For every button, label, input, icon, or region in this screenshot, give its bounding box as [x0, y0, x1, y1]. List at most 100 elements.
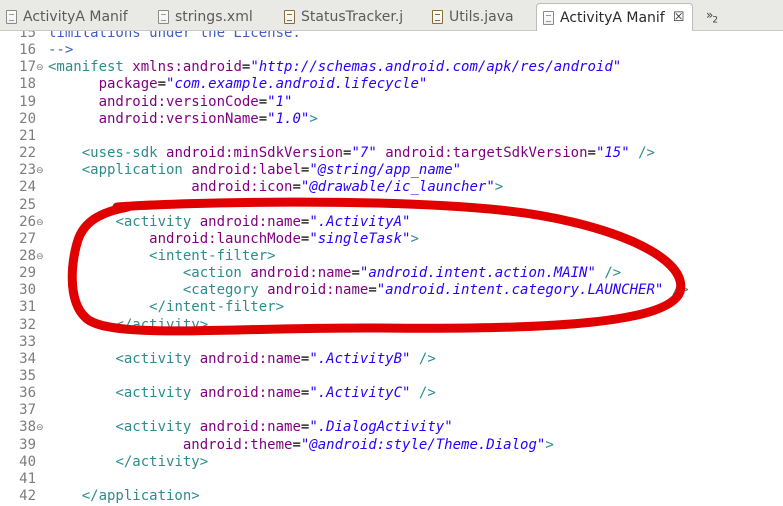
xml-tag: </activity> — [115, 317, 209, 333]
line-number: 42 — [19, 488, 36, 504]
code-line[interactable]: 22 <uses-sdk android:minSdkVersion = "7" a… — [0, 145, 783, 162]
fold-toggle-icon[interactable]: ⊖ — [36, 249, 44, 266]
xml-tag: <manifest — [48, 59, 124, 75]
line-number: 24 — [19, 179, 36, 195]
code-line[interactable]: 29 <action android:name="android.intent.… — [0, 265, 783, 282]
code-line[interactable]: 33 — [0, 334, 783, 351]
code-text: </application> — [48, 488, 200, 505]
xml-tag: <activity — [115, 419, 192, 435]
fold-toggle-icon[interactable]: ⊖ — [36, 163, 44, 180]
code-text: android:versionCode="1" — [48, 94, 293, 111]
xml-punct — [259, 282, 267, 298]
code-line[interactable]: 19 android:versionCode="1" — [0, 94, 783, 111]
xml-punct: = — [292, 437, 301, 453]
tab-overflow-button[interactable]: »2 — [706, 8, 718, 25]
xml-tag: > — [494, 179, 504, 195]
line-number: 22 — [19, 145, 36, 161]
xml-value: "singleTask" — [309, 231, 411, 247]
xml-value: "android.intent.category.LAUNCHER" — [376, 282, 664, 298]
code-text: limitations under the License. — [48, 31, 301, 42]
xml-tag: <intent-filter> — [149, 248, 276, 264]
xml-tag: <activity — [115, 351, 192, 367]
line-number: 34 — [19, 351, 36, 367]
xml-code-editor[interactable]: 15 limitations under the License. 16 --> 17 ⊖… — [0, 31, 783, 506]
code-line[interactable]: 25 — [0, 197, 783, 214]
code-line[interactable]: 15 limitations under the License. — [0, 31, 783, 42]
line-number: 17 — [19, 59, 36, 75]
code-line[interactable]: 41 — [0, 471, 783, 488]
xml-tag: </intent-filter> — [149, 299, 285, 315]
line-number: 39 — [19, 437, 36, 453]
code-line[interactable]: 27 android:launchMode="singleTask"> — [0, 231, 783, 248]
xml-punct — [377, 145, 385, 161]
xml-punct — [663, 282, 671, 298]
code-line[interactable]: 16 --> — [0, 42, 783, 59]
xml-value: ".DialogActivity" — [309, 419, 453, 435]
fold-toggle-icon[interactable]: ⊖ — [36, 215, 44, 232]
line-number: 27 — [19, 231, 36, 247]
code-line[interactable]: 35 — [0, 368, 783, 385]
xml-attribute: android:minSdkVersion — [166, 145, 344, 161]
fold-toggle-icon[interactable]: ⊖ — [36, 60, 44, 77]
line-number: 41 — [19, 471, 36, 487]
code-line[interactable]: 39 android:theme="@android:style/Theme.D… — [0, 437, 783, 454]
code-text: package="com.example.android.lifecycle" — [48, 76, 428, 93]
fold-toggle-icon[interactable]: ⊖ — [36, 420, 44, 437]
code-line[interactable]: 21 — [0, 128, 783, 145]
xml-tag: <action — [182, 265, 242, 281]
tab-statustracker-java[interactable]: StatusTracker.j — [278, 3, 426, 31]
xml-tag: <application — [81, 162, 183, 178]
code-line[interactable]: 34 <activity android:name=".ActivityB" /… — [0, 351, 783, 368]
close-tab-icon[interactable]: ☒ — [673, 10, 685, 25]
tab-activitya-manifest-active[interactable]: ActivityA Manif ☒ — [536, 3, 693, 31]
code-line[interactable]: 24 android:icon="@drawable/ic_launcher"> — [0, 179, 783, 196]
code-line[interactable]: 31 </intent-filter> — [0, 299, 783, 316]
xml-tag: /> — [604, 265, 622, 281]
xml-value: "@string/app_name" — [309, 162, 462, 178]
code-line[interactable]: 30 <category android:name="android.inten… — [0, 282, 783, 299]
code-line[interactable]: 17 ⊖ <manifest xmlns:android="http://schem… — [0, 59, 783, 76]
code-line[interactable]: 23 ⊖ <application android:label="@string/… — [0, 162, 783, 179]
xml-attribute: android:name — [267, 282, 369, 298]
code-line[interactable]: 42 </application> — [0, 488, 783, 505]
xml-attribute: package — [98, 76, 158, 92]
code-line[interactable]: 26 ⊖ <activity android:name=".ActivityA" — [0, 214, 783, 231]
xml-tag: > — [545, 437, 554, 453]
tab-strings-xml[interactable]: strings.xml — [152, 3, 278, 31]
line-number: 37 — [19, 402, 36, 418]
code-text: <uses-sdk android:minSdkVersion = "7" andr… — [48, 145, 655, 162]
tab-activitya-manifest[interactable]: ActivityA Manif — [0, 3, 152, 31]
code-line[interactable]: 36 <activity android:name=".ActivityC" /… — [0, 385, 783, 402]
xml-attribute: android:theme — [182, 437, 293, 453]
code-text: <activity android:name=".DialogActivity" — [48, 419, 453, 436]
code-line[interactable]: 20 android:versionName="1.0"> — [0, 111, 783, 128]
xml-attribute: android:name — [250, 265, 352, 281]
code-text: <application android:label="@string/app_… — [48, 162, 461, 179]
tab-utils-java[interactable]: Utils.java — [426, 3, 536, 31]
line-number: 19 — [19, 94, 36, 110]
code-line[interactable]: 18 package="com.example.android.lifecycl… — [0, 76, 783, 93]
xml-value: "@android:style/Theme.Dialog" — [300, 437, 546, 453]
xml-tag: /> — [671, 282, 689, 298]
xml-attribute: android:name — [199, 351, 301, 367]
xml-file-icon — [158, 10, 169, 24]
code-line[interactable]: 38 ⊖ <activity android:name=".DialogActiv… — [0, 419, 783, 436]
code-line[interactable]: 32 </activity> — [0, 317, 783, 334]
code-line[interactable]: 40 </activity> — [0, 454, 783, 471]
xml-attribute: android:targetSdkVersion — [385, 145, 588, 161]
xml-tag: /> — [418, 351, 436, 367]
tab-label: ActivityA Manif — [23, 9, 128, 25]
line-number: 33 — [19, 334, 36, 350]
xml-tag: </activity> — [115, 454, 209, 470]
line-number: 29 — [19, 265, 36, 281]
code-line[interactable]: 28 ⊖ <intent-filter> — [0, 248, 783, 265]
code-line[interactable]: 37 — [0, 402, 783, 419]
xml-tag: > — [309, 111, 318, 127]
xml-attribute: android:icon — [191, 179, 293, 195]
